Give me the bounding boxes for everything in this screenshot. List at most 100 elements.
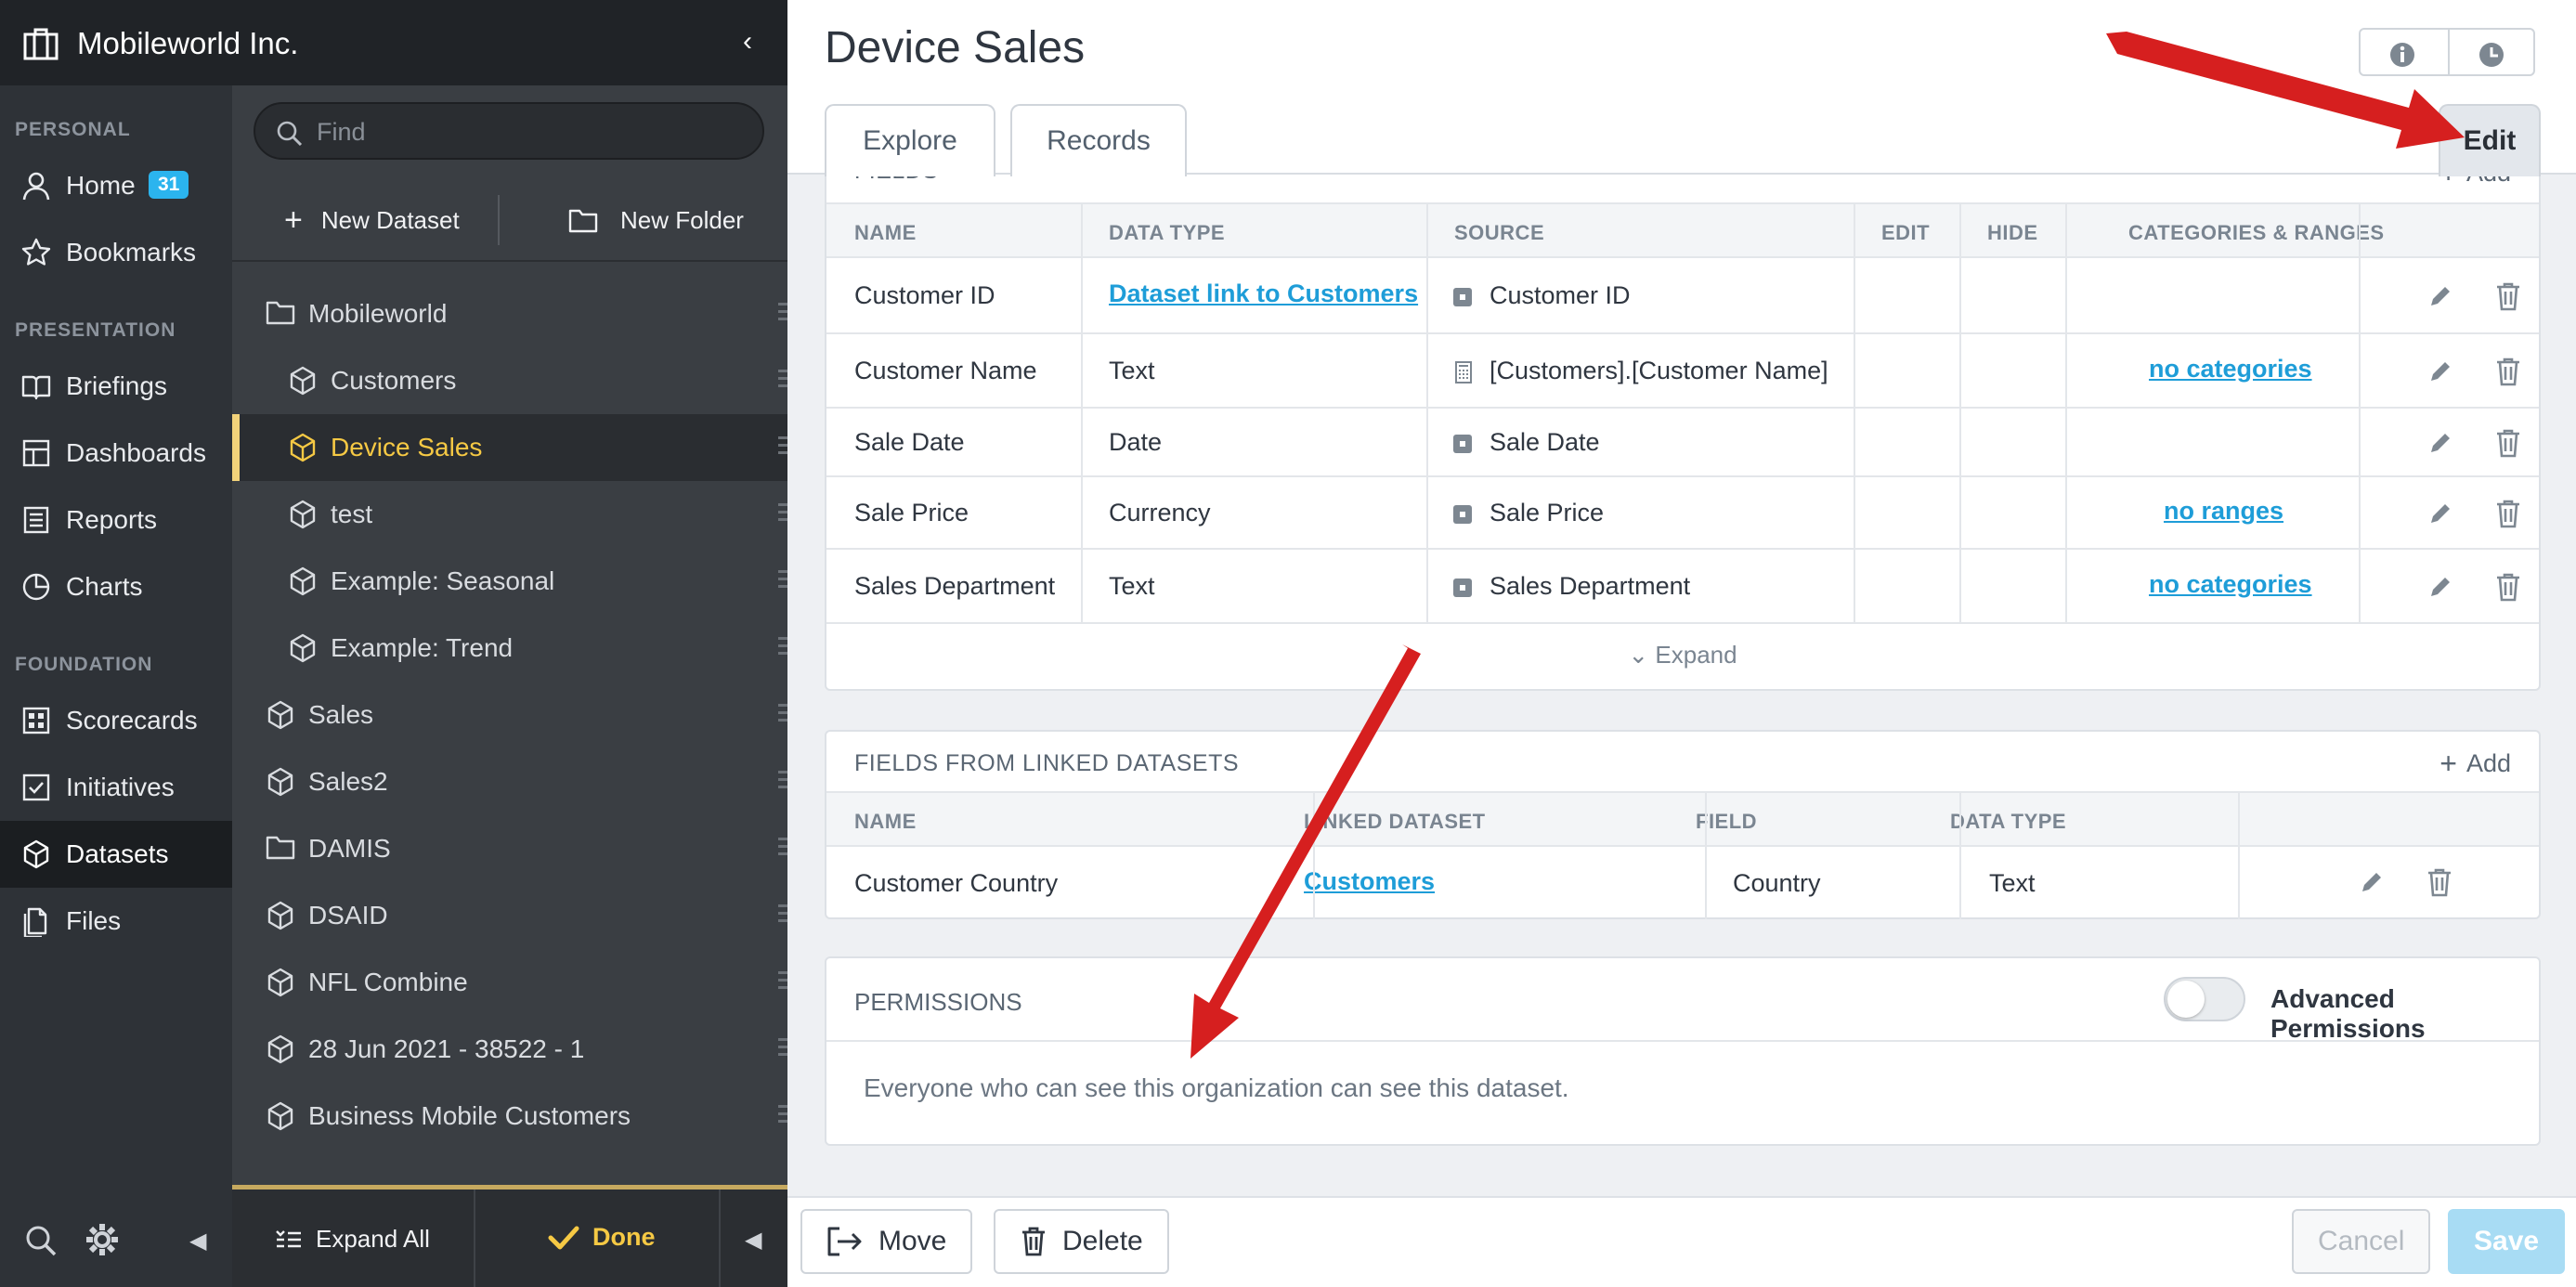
- delete-button[interactable]: Delete: [994, 1209, 1169, 1274]
- drag-handle-icon[interactable]: [778, 704, 787, 726]
- pencil-icon[interactable]: [2427, 574, 2453, 600]
- expand-fields-button[interactable]: ⌄ Expand: [826, 641, 2539, 670]
- table-row: Sale Price Currency Sale Price no ranges: [826, 477, 2539, 550]
- move-button[interactable]: Move: [800, 1209, 973, 1274]
- tree-footer: Expand All Done ◀: [232, 1185, 787, 1287]
- nav-item-initiatives[interactable]: Initiatives: [0, 754, 232, 821]
- drag-handle-icon[interactable]: [778, 436, 787, 459]
- trash-icon[interactable]: [2426, 867, 2453, 897]
- cube-icon: [267, 1101, 293, 1131]
- nav-item-dashboards[interactable]: Dashboards: [0, 420, 232, 487]
- collapse-tree-icon[interactable]: ◀: [745, 1227, 761, 1254]
- trash-icon[interactable]: [2494, 499, 2522, 528]
- advanced-permissions-toggle[interactable]: [2164, 977, 2245, 1021]
- categories-link[interactable]: no categories: [2149, 355, 2312, 384]
- find-input[interactable]: [317, 115, 744, 149]
- page-title: Device Sales: [825, 23, 1086, 72]
- tree-dataset-item[interactable]: Example: Trend: [232, 615, 787, 682]
- drag-handle-icon[interactable]: [778, 303, 787, 325]
- drag-handle-icon[interactable]: [778, 838, 787, 860]
- grid-line: [1959, 791, 1961, 919]
- drag-handle-icon[interactable]: [778, 1038, 787, 1060]
- pencil-icon[interactable]: [2427, 358, 2453, 384]
- data-type-link[interactable]: Dataset link to Customers: [1109, 280, 1418, 308]
- linked-dataset-link[interactable]: Customers: [1304, 867, 1435, 896]
- nav-item-reports[interactable]: Reports: [0, 487, 232, 553]
- nav-item-label: Reports: [66, 505, 158, 534]
- tree-dataset-item[interactable]: DSAID: [232, 882, 787, 949]
- tree-dataset-item[interactable]: Business Mobile Customers: [232, 1083, 787, 1150]
- history-icon[interactable]: [2478, 41, 2505, 69]
- drag-handle-icon[interactable]: [778, 771, 787, 793]
- collapse-panel-icon[interactable]: ‹: [743, 26, 752, 58]
- tab-records[interactable]: Records: [1010, 104, 1187, 176]
- fields-card: FIELDS + Add NAME DATA TYPE SOURCE EDIT …: [825, 139, 2541, 691]
- fields-table-header: NAME DATA TYPE SOURCE EDIT HIDE CATEGORI…: [826, 202, 2539, 258]
- org-name[interactable]: Mobileworld Inc.: [77, 26, 298, 61]
- cube-icon: [290, 366, 316, 396]
- nav-item-charts[interactable]: Charts: [0, 553, 232, 620]
- nav-item-bookmarks[interactable]: Bookmarks: [0, 219, 232, 286]
- info-icon[interactable]: [2388, 41, 2416, 69]
- drag-handle-icon[interactable]: [778, 1105, 787, 1127]
- add-linked-field-button[interactable]: + Add: [2439, 747, 2511, 781]
- table-row: Customer Name Text [Customers].[Customer N…: [826, 334, 2539, 409]
- col-name: NAME: [854, 810, 917, 833]
- tree-dataset-item[interactable]: Example: Seasonal: [232, 548, 787, 615]
- trash-icon[interactable]: [2494, 281, 2522, 311]
- grid-line: [1854, 202, 1855, 624]
- nav-item-label: Scorecards: [66, 706, 198, 734]
- new-dataset-button[interactable]: + New Dataset: [284, 178, 460, 262]
- nav-section-foundation: FOUNDATION: [15, 654, 153, 675]
- tab-explore[interactable]: Explore: [825, 104, 995, 176]
- tree-folder-item[interactable]: DAMIS: [232, 815, 787, 882]
- categories-link[interactable]: no categories: [2149, 570, 2312, 599]
- trash-icon[interactable]: [2494, 428, 2522, 458]
- nav-item-briefings[interactable]: Briefings: [0, 353, 232, 420]
- nav-item-files[interactable]: Files: [0, 888, 232, 955]
- nav-item-datasets[interactable]: Datasets: [0, 821, 232, 888]
- pencil-icon[interactable]: [2427, 500, 2453, 526]
- expand-all-label: Expand All: [316, 1225, 430, 1253]
- drag-handle-icon[interactable]: [778, 637, 787, 659]
- cube-icon: [267, 767, 293, 797]
- collapse-nav-icon[interactable]: ◀: [189, 1228, 206, 1254]
- categories-link[interactable]: no ranges: [2164, 497, 2283, 526]
- done-button[interactable]: Done: [548, 1223, 656, 1252]
- trash-icon[interactable]: [2494, 572, 2522, 602]
- tree-dataset-item[interactable]: Customers: [232, 347, 787, 414]
- field-source: Sale Date: [1490, 428, 1600, 456]
- trash-icon[interactable]: [2494, 357, 2522, 386]
- col-hide: HIDE: [1987, 221, 2038, 244]
- cancel-button[interactable]: Cancel: [2292, 1209, 2431, 1274]
- tree-dataset-item[interactable]: Sales2: [232, 748, 787, 815]
- drag-handle-icon[interactable]: [778, 971, 787, 994]
- tree-dataset-item[interactable]: Sales: [232, 682, 787, 748]
- tree-dataset-item[interactable]: NFL Combine: [232, 949, 787, 1016]
- pencil-icon[interactable]: [2427, 283, 2453, 309]
- nav-item-scorecards[interactable]: Scorecards: [0, 687, 232, 754]
- expand-all-button[interactable]: Expand All: [275, 1225, 430, 1254]
- tree-folder-item[interactable]: Mobileworld: [232, 280, 787, 347]
- nav-item-home[interactable]: Home 31: [0, 152, 232, 219]
- gear-icon[interactable]: [85, 1222, 120, 1257]
- pencil-icon[interactable]: [2427, 430, 2453, 456]
- col-source: SOURCE: [1454, 221, 1545, 244]
- tree-dataset-item[interactable]: test: [232, 481, 787, 548]
- chevron-down-icon: ⌄: [1628, 641, 1649, 669]
- tab-edit[interactable]: Edit: [2439, 104, 2541, 176]
- tree-dataset-item[interactable]: Device Sales: [232, 414, 787, 481]
- data-type: Text: [1109, 357, 1155, 384]
- pencil-icon[interactable]: [2359, 869, 2385, 895]
- save-button[interactable]: Save: [2448, 1209, 2566, 1274]
- drag-handle-icon[interactable]: [778, 370, 787, 392]
- pie-chart-icon: [22, 573, 50, 601]
- nav-section-personal: PERSONAL: [15, 119, 131, 140]
- tree-dataset-item[interactable]: 28 Jun 2021 - 38522 - 1: [232, 1016, 787, 1083]
- new-folder-button[interactable]: New Folder: [568, 178, 744, 262]
- drag-handle-icon[interactable]: [778, 503, 787, 526]
- cube-icon: [267, 901, 293, 930]
- drag-handle-icon[interactable]: [778, 904, 787, 927]
- search-icon[interactable]: [24, 1224, 58, 1257]
- drag-handle-icon[interactable]: [778, 570, 787, 592]
